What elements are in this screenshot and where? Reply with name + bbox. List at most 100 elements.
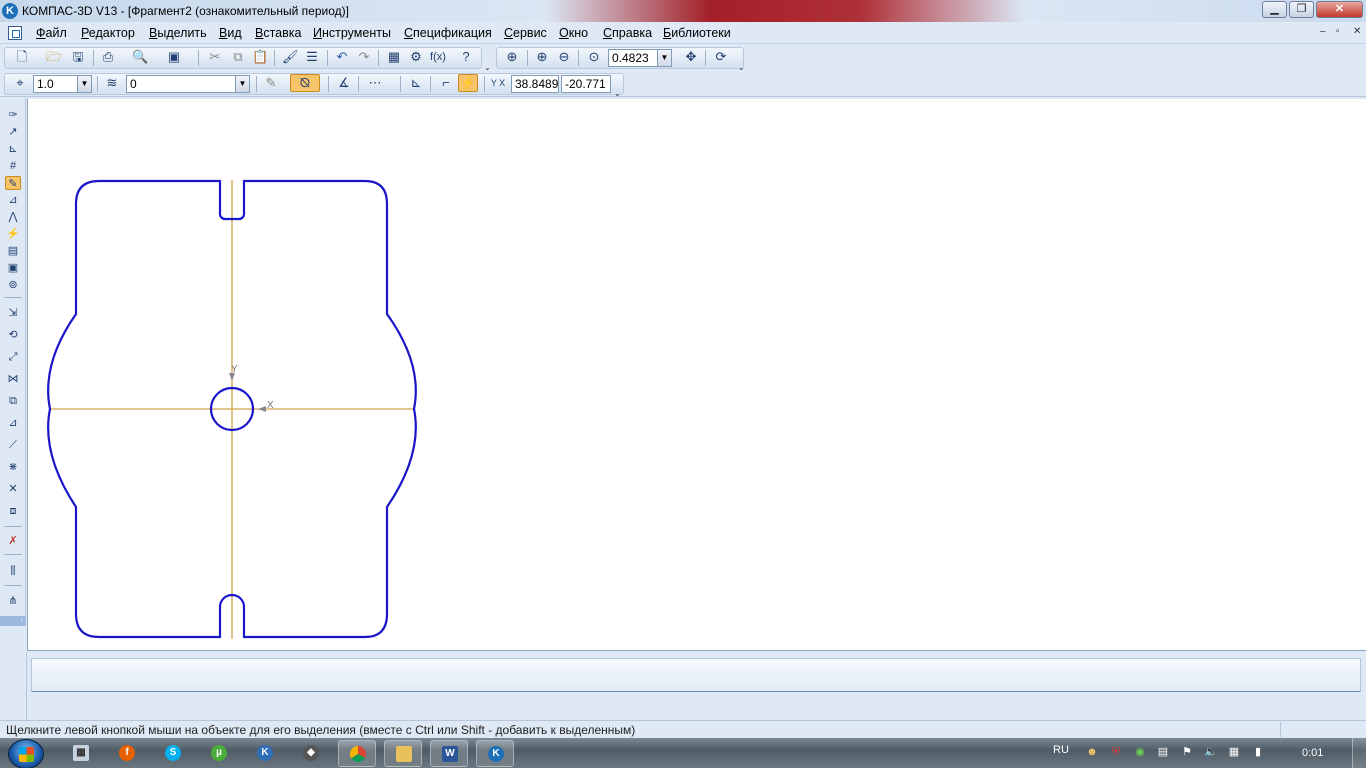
zoom-out-icon[interactable]: ⊖ <box>556 49 572 65</box>
round-icon[interactable]: ⌐ <box>438 75 454 91</box>
taskbar-kompas[interactable]: K <box>476 740 514 767</box>
measurements-icon[interactable]: ⊿ <box>5 193 21 207</box>
menu-libraries[interactable]: Библиотеки <box>663 26 731 40</box>
show-desktop-button[interactable] <box>1352 738 1366 768</box>
rotate-icon[interactable]: ⟲ <box>5 328 21 342</box>
editing-icon[interactable]: # <box>5 159 21 173</box>
taskbar-utorrent[interactable]: µ <box>200 740 238 767</box>
open-folder-icon[interactable]: 🗁 <box>46 49 62 65</box>
taskbar-app-k[interactable]: K <box>246 740 284 767</box>
zoom-in-icon[interactable]: ⊕ <box>534 49 550 65</box>
copy-icon[interactable]: ⧉ <box>230 49 246 65</box>
layer-dropdown-button[interactable]: ▼ <box>235 75 250 93</box>
trim-icon[interactable]: ⟋ <box>5 438 21 452</box>
drawing-canvas[interactable]: X Y <box>27 99 1366 651</box>
taskbar-calculator[interactable]: ▦ <box>62 740 100 767</box>
dimensions-icon[interactable]: ↗ <box>5 125 21 139</box>
user-tray-icon[interactable]: ☻ <box>1084 744 1100 760</box>
step-dropdown-button[interactable]: ▼ <box>77 75 92 93</box>
trim-two-points-icon[interactable]: ⋇ <box>5 460 21 474</box>
taskbar-explorer[interactable] <box>384 740 422 767</box>
reports-icon[interactable]: ▣ <box>5 261 21 275</box>
menu-tools[interactable]: Инструменты <box>313 26 391 40</box>
power-tray-icon[interactable]: ▮ <box>1250 744 1266 760</box>
undo-icon[interactable]: ↶ <box>334 49 350 65</box>
associative-views-icon[interactable]: ⚡ <box>5 227 21 241</box>
parametrization-icon[interactable]: ✎ <box>5 176 21 190</box>
menu-specification[interactable]: Спецификация <box>404 26 492 40</box>
insertion-icon[interactable]: ⊚ <box>5 278 21 292</box>
scale-icon[interactable]: ⤢ <box>5 350 21 364</box>
snap-magnet-icon[interactable]: ⦰ <box>290 74 320 92</box>
mdi-minimize-button[interactable]: – <box>1320 26 1326 37</box>
maximize-button[interactable]: ❐ <box>1289 1 1314 18</box>
close-button[interactable]: ✕ <box>1316 1 1363 18</box>
mdi-restore-button[interactable]: ▫ <box>1336 26 1340 37</box>
minimize-button[interactable]: ▁ <box>1262 1 1287 18</box>
menu-service[interactable]: Сервис <box>504 26 547 40</box>
menu-help[interactable]: Справка <box>603 26 652 40</box>
spec-icon[interactable]: ▤ <box>5 244 21 258</box>
zoom-input[interactable]: 0.4823 <box>608 49 658 67</box>
menu-select[interactable]: Выделить <box>149 26 207 40</box>
layer-icon[interactable]: ≋ <box>104 75 120 91</box>
selection-icon[interactable]: ⋀ <box>5 210 21 224</box>
parametric-icon[interactable]: ⚡ <box>458 74 478 92</box>
paste-icon[interactable]: 📋 <box>252 49 268 65</box>
geometry-icon[interactable]: ✑ <box>5 108 21 122</box>
save-icon[interactable]: 🖫 <box>70 49 86 65</box>
mdi-close-button[interactable]: ✕ <box>1353 26 1361 37</box>
align-icon[interactable]: ⫼ <box>5 564 21 578</box>
print-preview-icon[interactable]: 🔍 <box>132 49 148 65</box>
brush-icon[interactable]: 🖌 <box>282 49 299 65</box>
copy-objects-icon[interactable]: ⧉ <box>5 394 21 408</box>
variables-icon[interactable]: ⚙ <box>408 49 424 65</box>
zoom-all-icon[interactable]: ⊙ <box>586 49 602 65</box>
cursor-y-input[interactable]: -20.771 <box>561 75 611 93</box>
break-icon[interactable]: ✕ <box>5 482 21 496</box>
panel-scroll-arrow-icon[interactable]: › <box>0 616 26 626</box>
cut-icon[interactable]: ✂ <box>207 49 223 65</box>
menu-window[interactable]: Окно <box>559 26 588 40</box>
layer-input[interactable]: 0 <box>126 75 236 93</box>
menu-file[interactable]: Файл <box>36 26 67 40</box>
function-icon[interactable]: f(x) <box>430 49 446 65</box>
page-setup-icon[interactable]: ▣ <box>166 49 182 65</box>
tree-icon[interactable]: ⋔ <box>5 594 21 608</box>
taskbar-word[interactable]: W <box>430 740 468 767</box>
start-button[interactable] <box>8 739 44 768</box>
taskbar-firefox[interactable]: f <box>108 740 146 767</box>
new-document-icon[interactable]: 🗋 <box>14 49 30 65</box>
cursor-x-input[interactable]: 38.8489 <box>511 75 559 93</box>
cursor-step-icon[interactable]: ⌖ <box>12 75 28 91</box>
nvidia-tray-icon[interactable]: ◉ <box>1132 744 1148 760</box>
toolbar-chevron-icon[interactable]: ⌄ <box>614 89 621 98</box>
zoom-frame-icon[interactable]: ⊕ <box>504 49 520 65</box>
help-pointer-icon[interactable]: ? <box>458 49 474 65</box>
manager-icon[interactable]: ▦ <box>386 49 402 65</box>
antivirus-tray-icon[interactable]: ⛨ <box>1108 744 1124 760</box>
pan-icon[interactable]: ✥ <box>683 49 699 65</box>
shift-icon[interactable]: ⇲ <box>5 306 21 320</box>
volume-tray-icon[interactable]: 🔈 <box>1203 744 1219 760</box>
symmetry-icon[interactable]: ⋈ <box>5 372 21 386</box>
step-input[interactable]: 1.0 <box>33 75 78 93</box>
menu-insert[interactable]: Вставка <box>255 26 301 40</box>
language-indicator[interactable]: RU <box>1053 744 1069 756</box>
menu-view[interactable]: Вид <box>219 26 242 40</box>
local-cs-icon[interactable]: ∡ <box>336 75 352 91</box>
macro-icon[interactable]: ⧈ <box>5 504 21 518</box>
deform-icon[interactable]: ⊿ <box>5 416 21 430</box>
document-menu-icon[interactable] <box>8 26 22 40</box>
style-icon[interactable]: ✎ <box>263 75 279 91</box>
taskbar-game[interactable]: ◆ <box>292 740 330 767</box>
taskbar-chrome[interactable] <box>338 740 376 767</box>
properties-icon[interactable]: ☰ <box>304 49 320 65</box>
menu-editor[interactable]: Редактор <box>81 26 135 40</box>
refresh-icon[interactable]: ⟳ <box>713 49 729 65</box>
grid-icon[interactable]: ⋯ <box>367 75 383 91</box>
delete-icon[interactable]: ✗ <box>5 534 21 548</box>
zoom-dropdown-button[interactable]: ▼ <box>657 49 672 67</box>
network-tray-icon[interactable]: ▦ <box>1226 744 1242 760</box>
designations-icon[interactable]: ⊾ <box>5 142 21 156</box>
